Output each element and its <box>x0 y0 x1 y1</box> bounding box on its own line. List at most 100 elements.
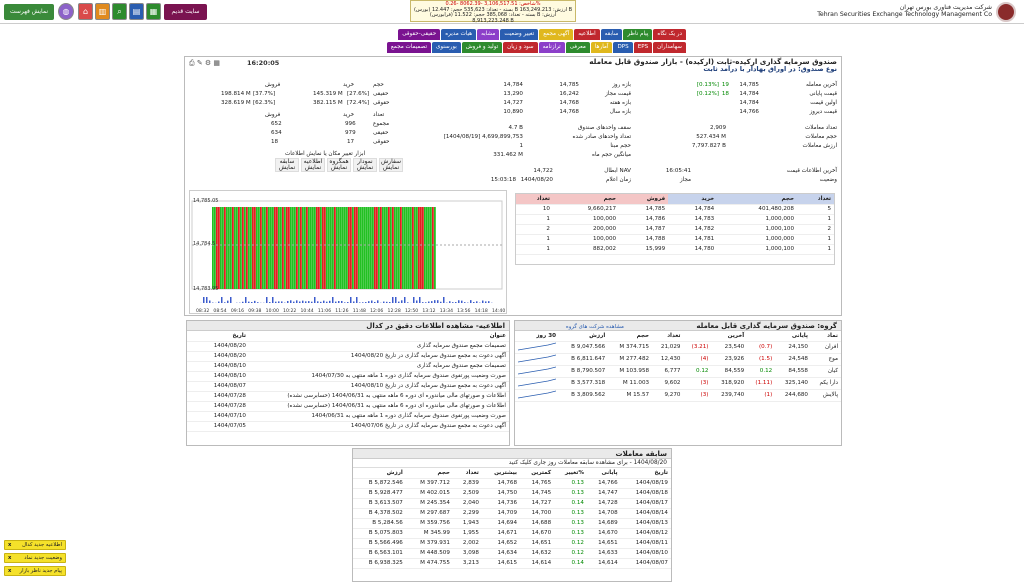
news-row[interactable]: اطلاعات و صورتهای مالی میاندوره ای دوره … <box>187 391 509 402</box>
tab-legal[interactable]: حقیقی-حقوقی <box>398 29 441 40</box>
price-bar <box>426 207 428 289</box>
close-icon[interactable]: x <box>8 567 11 576</box>
range-day-high: 14,785 <box>559 82 579 88</box>
news-row[interactable]: اطلاعات و صورتهای مالی میاندوره ای دوره … <box>187 401 509 412</box>
group-cell: 12,430 <box>652 353 684 366</box>
volume-bar <box>434 300 436 303</box>
tabs-row-2: سهامداران EPS DPS آمارها معرفی ترازنامه … <box>386 42 686 53</box>
globe-icon[interactable]: ◍ <box>58 3 74 20</box>
tab-profit[interactable]: سود و زیان <box>503 42 538 53</box>
volume-bar <box>401 300 403 303</box>
tab-bourseno[interactable]: بورسنوی <box>432 42 461 53</box>
tab-intro[interactable]: معرفی <box>565 42 590 53</box>
news-title[interactable]: صورت وضعیت پورتفوی صندوق سرمایه گذاری دو… <box>249 411 509 422</box>
history-cell: 14,614 <box>520 558 555 569</box>
group-symbol[interactable]: پالایش <box>811 389 841 402</box>
volume-bar <box>404 297 406 303</box>
news-row[interactable]: آگهی دعوت به مجمع صندوق سرمایه گذاری در … <box>187 381 509 392</box>
group-symbol[interactable]: کیان <box>811 365 841 378</box>
tool-order[interactable]: سفارش نمایش <box>379 158 403 172</box>
tool-history[interactable]: سابقه نمایش <box>275 158 299 172</box>
tab-assembly-decisions[interactable]: تصمیمات مجمع <box>386 42 432 53</box>
tab-board[interactable]: هیات مدیره <box>441 29 477 40</box>
volume-bar <box>485 301 487 303</box>
group-symbol[interactable]: دارا یکم <box>811 377 841 390</box>
news-row[interactable]: تصمیمات مجمع صندوق سرمایه گذاری 1404/08/1… <box>187 361 509 372</box>
search-icon[interactable]: ⌕ <box>112 3 127 20</box>
close-icon[interactable]: x <box>8 554 11 563</box>
news-title[interactable]: تصمیمات مجمع صندوق سرمایه گذاری <box>249 361 509 372</box>
tab-status-change[interactable]: تغییر وضعیت <box>500 29 539 40</box>
group-symbol[interactable]: موج <box>811 353 841 366</box>
price-bar <box>414 207 416 289</box>
history-cell: 1404/08/14 <box>620 508 671 519</box>
news-title[interactable]: آگهی دعوت به مجمع صندوق سرمایه گذاری در … <box>249 421 509 432</box>
group-cell: 21,029 <box>652 341 684 354</box>
show-list-button[interactable]: نمایش فهرست <box>4 4 54 20</box>
history-cell: 345.99 M <box>405 528 453 539</box>
tab-dps[interactable]: DPS <box>613 42 633 53</box>
group-symbol[interactable]: افران <box>811 341 841 354</box>
close-icon[interactable]: x <box>8 541 11 550</box>
history-cell: 14,651 <box>586 538 621 549</box>
group-row[interactable]: پالایش 244,680 (1) 239,740 (3) 9,270 15.57 M 3,… <box>515 389 841 402</box>
history-cell: 14,633 <box>586 548 621 559</box>
tab-similar[interactable]: مشابه <box>477 29 500 40</box>
tool-group[interactable]: همگروه نمایش <box>327 158 351 172</box>
tab-overview[interactable]: در یک نگاه <box>653 29 686 40</box>
count-total: مجموع <box>373 121 390 127</box>
ob-head-sell-vol: حجم <box>552 194 620 205</box>
volume-bar <box>443 297 445 303</box>
tool-announcement[interactable]: اطلاعیه نمایش <box>301 158 325 172</box>
news-row[interactable]: صورت وضعیت پورتفوی صندوق سرمایه گذاری دو… <box>187 371 509 382</box>
home-icon[interactable]: ⌂ <box>78 3 93 20</box>
announcements-title[interactable]: اطلاعیه- مشاهده اطلاعات دقیق در کدال <box>187 321 509 331</box>
grid-icon[interactable]: ▦ <box>146 3 161 20</box>
news-title[interactable]: اطلاعات و صورتهای مالی میاندوره ای دوره … <box>249 401 509 412</box>
price-bar <box>330 207 332 289</box>
group-row[interactable]: دارا یکم 325,140 (1.11) 318,920 (3) 9,602 11.0… <box>515 377 841 390</box>
tool-chart[interactable]: نمودار نمایش <box>353 158 377 172</box>
notif-status[interactable]: x وضعیت جدید نماد <box>4 553 66 563</box>
tab-assembly[interactable]: آگهی مجمع <box>539 29 574 40</box>
value-trade-value: 7,797.827 B <box>691 143 726 149</box>
toolbar-icons[interactable]: ⎙ ✎ ⚙ ▦ <box>189 59 220 68</box>
x-tick-label: 12:06 <box>370 308 383 314</box>
volume-bar <box>452 302 454 303</box>
news-title[interactable]: تصمیمات مجمع صندوق سرمایه گذاری <box>249 341 509 352</box>
news-row[interactable]: صورت وضعیت پورتفوی صندوق سرمایه گذاری دو… <box>187 411 509 422</box>
tab-shareholders[interactable]: سهامداران <box>653 42 686 53</box>
tab-production[interactable]: تولید و فروش <box>461 42 503 53</box>
news-title[interactable]: آگهی دعوت به مجمع صندوق سرمایه گذاری در … <box>249 381 509 392</box>
tab-announcement[interactable]: اطلاعیه <box>574 29 600 40</box>
news-row[interactable]: آگهی دعوت به مجمع صندوق سرمایه گذاری در … <box>187 351 509 362</box>
volume-bar <box>428 301 430 303</box>
intraday-chart[interactable]: 14,785.05 14,784.5 14,783.95 08:32 08:54 09:1… <box>189 190 507 314</box>
calendar-icon[interactable]: ▤ <box>129 3 144 20</box>
group-link[interactable]: مشاهده شرکت های گروه <box>566 324 624 330</box>
news-row[interactable]: آگهی دعوت به مجمع صندوق سرمایه گذاری در … <box>187 421 509 432</box>
price-bar <box>316 207 318 289</box>
tab-supervisor-msg[interactable]: پیام ناظر <box>623 29 653 40</box>
news-title[interactable]: آگهی دعوت به مجمع صندوق سرمایه گذاری در … <box>249 351 509 362</box>
history-subtitle[interactable]: 1404/08/20 - برای مشاهده سابقه معاملات ر… <box>353 459 671 468</box>
group-row[interactable]: کیان 84,558 0.12 84,559 0.12 6,777 103.958 M 8,… <box>515 365 841 378</box>
news-title[interactable]: اطلاعات و صورتهای مالی میاندوره ای دوره … <box>249 391 509 402</box>
group-row[interactable]: موج 24,548 (1.5) 23,926 (4) 12,430 277.482 M 6,… <box>515 353 841 366</box>
table-icon[interactable]: ▥ <box>95 3 110 20</box>
notif-supervisor[interactable]: x پیام جدید ناظر بازار <box>4 566 66 576</box>
old-site-button[interactable]: سایت قدیم <box>164 4 207 20</box>
notif-codal[interactable]: x اطلاعیه جدید کدال <box>4 540 66 550</box>
price-bar <box>326 207 328 289</box>
value-nav-time: 15:03:18 <box>490 177 516 183</box>
group-row[interactable]: افران 24,150 (0.7) 23,540 (3.21) 21,029 374.71… <box>515 341 841 354</box>
tab-history[interactable]: سابقه <box>600 29 623 40</box>
news-row[interactable]: تصمیمات مجمع صندوق سرمایه گذاری 1404/08/2… <box>187 341 509 352</box>
legal-real-sell: 198.814 M <box>221 91 251 97</box>
tab-eps[interactable]: EPS <box>633 42 653 53</box>
news-title[interactable]: صورت وضعیت پورتفوی صندوق سرمایه گذاری دو… <box>249 371 509 382</box>
ob-cell: 15,999 <box>619 244 669 255</box>
tab-stats[interactable]: آمارها <box>590 42 613 53</box>
price-bar <box>248 207 250 289</box>
tab-balance[interactable]: ترازنامه <box>538 42 565 53</box>
